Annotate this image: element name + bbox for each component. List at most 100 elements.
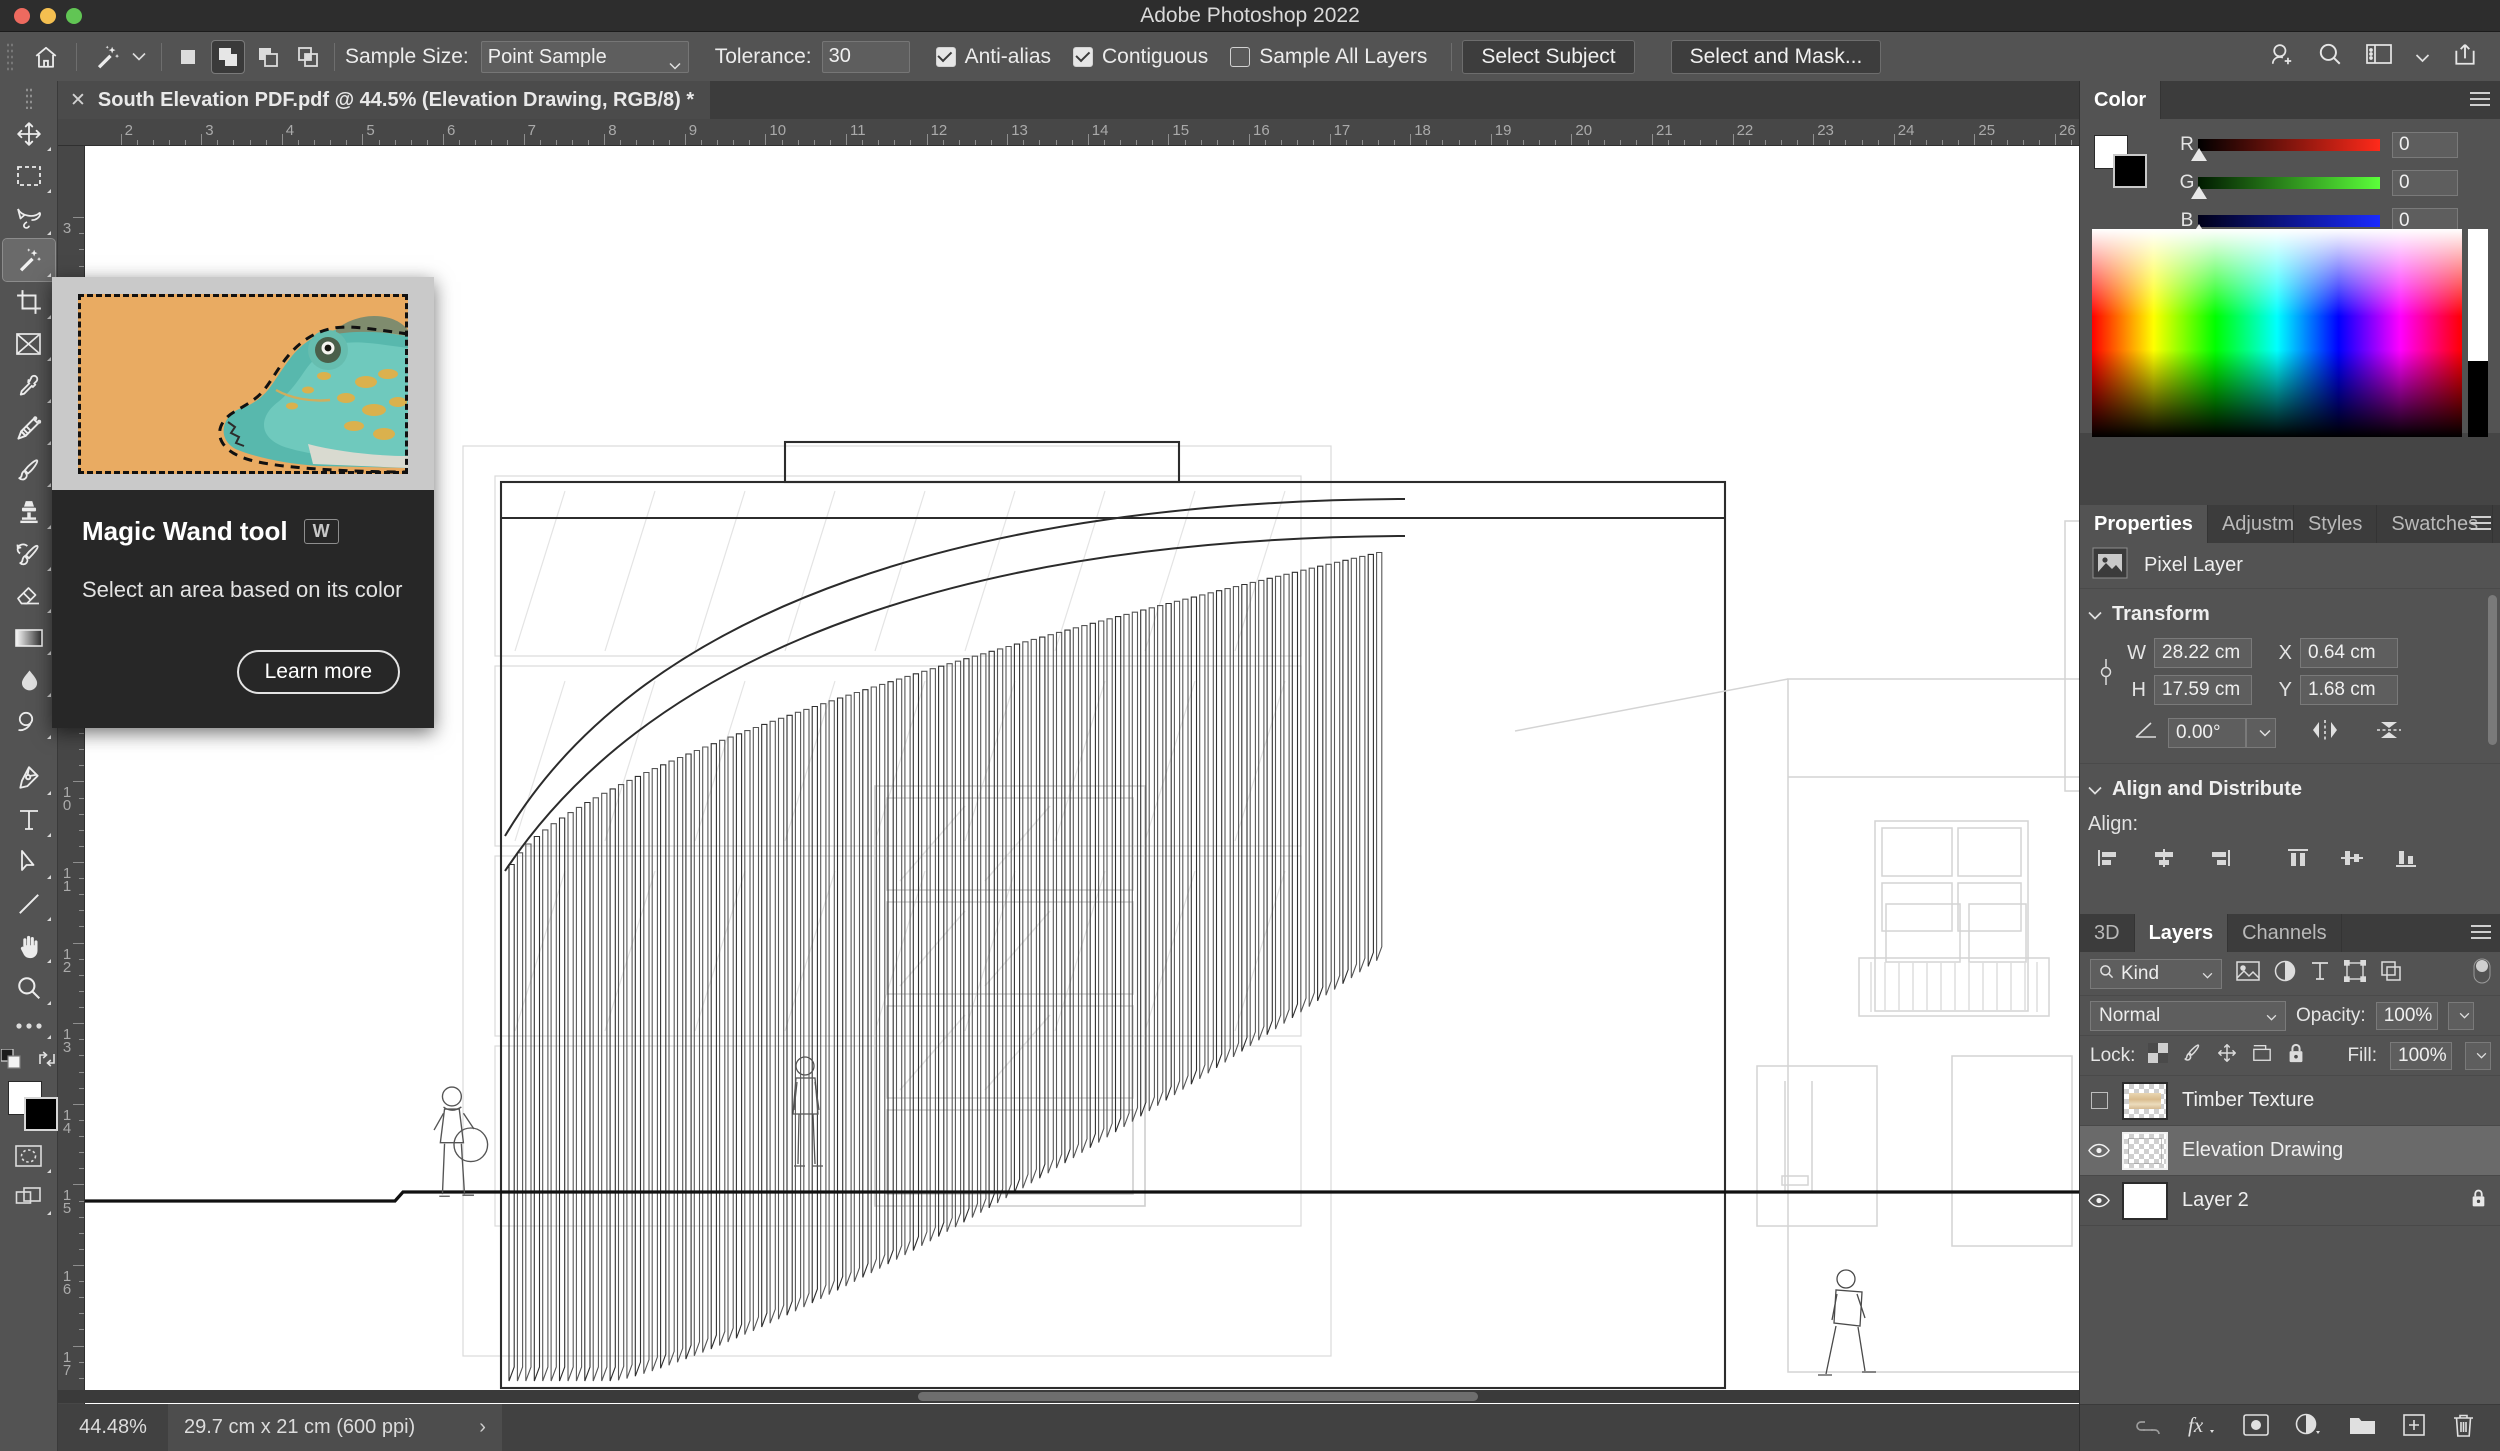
quick-mask-icon[interactable] bbox=[3, 1135, 55, 1177]
spot-healing-brush-tool[interactable] bbox=[3, 407, 55, 449]
link-dimensions-icon[interactable] bbox=[2088, 656, 2124, 688]
lasso-tool[interactable] bbox=[3, 197, 55, 239]
home-icon[interactable] bbox=[26, 37, 66, 77]
align-horizontal-centers-button[interactable] bbox=[2142, 848, 2186, 874]
eraser-tool[interactable] bbox=[3, 575, 55, 617]
chevron-down-icon[interactable] bbox=[2415, 45, 2430, 69]
tolerance-input[interactable] bbox=[821, 40, 910, 73]
learn-more-button[interactable]: Learn more bbox=[236, 650, 400, 694]
magic-wand-tool[interactable] bbox=[1, 238, 56, 282]
green-channel-slider[interactable] bbox=[2191, 177, 2380, 199]
dodge-tool[interactable] bbox=[3, 701, 55, 743]
layer-style-fx-icon[interactable]: fx bbox=[2187, 1412, 2217, 1444]
panel-menu-icon[interactable] bbox=[2471, 925, 2491, 939]
adjustment-filter-icon[interactable] bbox=[2274, 960, 2296, 988]
table-row[interactable]: Elevation Drawing bbox=[2080, 1126, 2500, 1176]
gradient-tool[interactable] bbox=[3, 617, 55, 659]
adjustment-layer-icon[interactable] bbox=[2295, 1413, 2323, 1443]
opacity-chevron-down-icon[interactable] bbox=[2447, 1001, 2474, 1030]
new-layer-icon[interactable] bbox=[2402, 1413, 2426, 1443]
share-user-icon[interactable] bbox=[2269, 41, 2295, 73]
panel-menu-icon[interactable] bbox=[2470, 92, 2490, 106]
lock-all-icon[interactable] bbox=[2286, 1042, 2306, 1070]
properties-panel-scrollbar[interactable] bbox=[2488, 595, 2497, 745]
frame-tool[interactable] bbox=[3, 323, 55, 365]
screen-mode-icon[interactable] bbox=[3, 1177, 55, 1219]
anti-alias-checkbox[interactable] bbox=[935, 46, 956, 67]
type-tool[interactable] bbox=[3, 799, 55, 841]
options-bar-grip[interactable] bbox=[6, 41, 14, 72]
lock-artboard-icon[interactable] bbox=[2251, 1043, 2273, 1069]
link-layers-icon[interactable] bbox=[2135, 1416, 2161, 1440]
type-filter-icon[interactable] bbox=[2310, 960, 2330, 988]
x-field[interactable]: 0.64 cm bbox=[2300, 638, 2398, 668]
tab-properties[interactable]: Properties bbox=[2080, 505, 2208, 543]
line-tool[interactable] bbox=[3, 883, 55, 925]
new-group-icon[interactable] bbox=[2349, 1414, 2376, 1442]
fill-value[interactable]: 100% bbox=[2390, 1041, 2452, 1070]
intersect-with-selection-button[interactable] bbox=[292, 41, 324, 73]
red-channel-slider[interactable] bbox=[2191, 139, 2380, 161]
sample-size-select[interactable]: Point Sample bbox=[480, 40, 689, 73]
tab-color[interactable]: Color bbox=[2080, 81, 2162, 119]
layer-thumbnail[interactable] bbox=[2122, 1081, 2168, 1120]
history-brush-tool[interactable] bbox=[3, 533, 55, 575]
tab-layers[interactable]: Layers bbox=[2134, 914, 2229, 952]
select-subject-button[interactable]: Select Subject bbox=[1462, 39, 1635, 74]
cloud-upload-icon[interactable] bbox=[2452, 41, 2478, 73]
tab-styles[interactable]: Styles bbox=[2293, 505, 2378, 543]
align-vertical-centers-button[interactable] bbox=[2330, 848, 2374, 874]
blur-tool[interactable] bbox=[3, 659, 55, 701]
tab-3d[interactable]: 3D bbox=[2080, 914, 2135, 952]
red-channel-value[interactable]: 0 bbox=[2392, 132, 2458, 158]
color-spectrum-picker[interactable] bbox=[2092, 229, 2488, 437]
opacity-value[interactable]: 100% bbox=[2375, 1001, 2438, 1030]
select-and-mask-button[interactable]: Select and Mask... bbox=[1670, 39, 1882, 74]
layer-thumbnail[interactable] bbox=[2122, 1131, 2168, 1170]
blue-channel-slider[interactable] bbox=[2191, 215, 2380, 237]
angle-field[interactable]: 0.00° bbox=[2168, 718, 2246, 748]
zoom-level[interactable]: 44.48% bbox=[58, 1416, 168, 1439]
layer-name[interactable]: Timber Texture bbox=[2182, 1089, 2314, 1112]
canvas-horizontal-scrollbar[interactable] bbox=[58, 1390, 2079, 1403]
crop-tool[interactable] bbox=[3, 281, 55, 323]
layer-name[interactable]: Layer 2 bbox=[2182, 1189, 2249, 1212]
contiguous-checkbox[interactable] bbox=[1073, 46, 1093, 67]
transform-section-header[interactable]: Transform bbox=[2088, 603, 2500, 626]
layer-mask-icon[interactable] bbox=[2243, 1414, 2269, 1442]
close-icon[interactable]: ✕ bbox=[70, 89, 86, 112]
tab-channels[interactable]: Channels bbox=[2228, 914, 2342, 952]
angle-chevron-down-icon[interactable] bbox=[2246, 718, 2276, 748]
lock-position-icon[interactable] bbox=[2216, 1042, 2238, 1070]
layer-visibility-toggle[interactable] bbox=[2080, 1193, 2118, 1208]
lock-transparency-icon[interactable] bbox=[2148, 1042, 2169, 1069]
color-panel-background-swatch[interactable] bbox=[2113, 154, 2147, 188]
magic-wand-icon[interactable] bbox=[87, 37, 127, 77]
workspace-icon[interactable] bbox=[2365, 42, 2393, 72]
add-to-selection-button[interactable] bbox=[211, 39, 245, 74]
rectangular-marquee-tool[interactable] bbox=[3, 155, 55, 197]
sample-all-layers-checkbox[interactable] bbox=[1230, 46, 1251, 67]
y-field[interactable]: 1.68 cm bbox=[2300, 675, 2398, 705]
toolbar-grip[interactable] bbox=[24, 87, 33, 109]
zoom-tool[interactable] bbox=[3, 967, 55, 1009]
chevron-right-icon[interactable]: › bbox=[479, 1416, 486, 1439]
align-right-edges-button[interactable] bbox=[2196, 848, 2240, 874]
smart-object-filter-icon[interactable] bbox=[2380, 960, 2402, 988]
filter-toggle-switch[interactable] bbox=[2473, 958, 2491, 990]
layer-thumbnail[interactable] bbox=[2122, 1181, 2168, 1220]
align-bottom-edges-button[interactable] bbox=[2384, 848, 2428, 874]
swap-colors-icon[interactable] bbox=[37, 1050, 57, 1074]
edit-toolbar-ellipsis-icon[interactable] bbox=[3, 1009, 55, 1043]
flip-vertical-icon[interactable] bbox=[2374, 717, 2404, 749]
fill-chevron-down-icon[interactable] bbox=[2465, 1041, 2491, 1070]
blend-mode-dropdown[interactable]: Normal bbox=[2090, 1000, 2286, 1031]
background-color-swatch[interactable] bbox=[24, 1097, 58, 1131]
height-field[interactable]: 17.59 cm bbox=[2154, 675, 2252, 705]
delete-layer-icon[interactable] bbox=[2452, 1413, 2475, 1444]
align-top-edges-button[interactable] bbox=[2276, 848, 2320, 874]
clone-stamp-tool[interactable] bbox=[3, 491, 55, 533]
align-left-edges-button[interactable] bbox=[2088, 848, 2132, 874]
new-selection-button[interactable] bbox=[172, 41, 204, 73]
tab-adjustments[interactable]: Adjustme bbox=[2207, 505, 2294, 543]
